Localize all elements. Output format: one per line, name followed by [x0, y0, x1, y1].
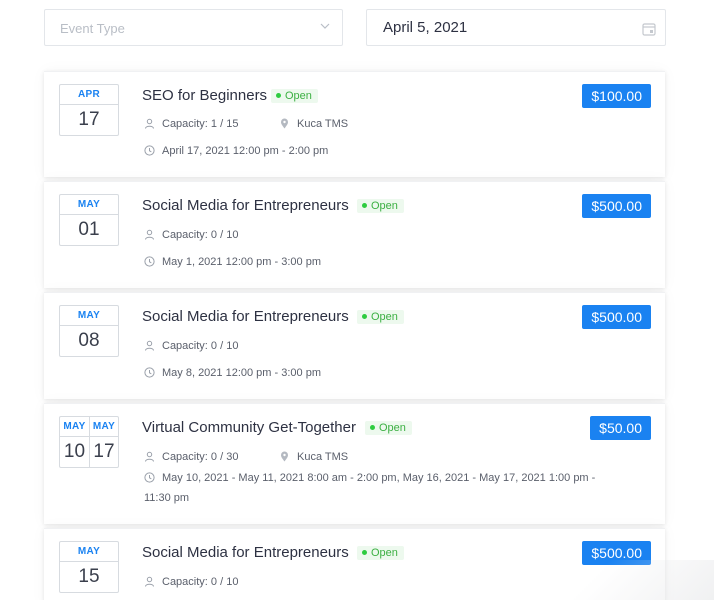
- date-picker[interactable]: April 5, 2021: [366, 9, 666, 46]
- event-month: MAY: [60, 306, 118, 326]
- price-button[interactable]: $500.00: [582, 541, 651, 565]
- event-capacity: Capacity: 0 / 10: [144, 576, 238, 588]
- user-icon: [145, 451, 154, 462]
- status-dot-icon: [362, 550, 367, 555]
- filter-bar: Event Type April 5, 2021: [44, 9, 666, 46]
- event-card[interactable]: MAY 01 Social Media for Entrepreneurs Op…: [44, 181, 665, 288]
- price-button[interactable]: $50.00: [590, 416, 651, 440]
- event-date-box: APR 17: [59, 84, 119, 136]
- event-day: 01: [78, 219, 100, 240]
- event-location: Kuca TMS: [279, 118, 348, 130]
- status-badge: Open: [357, 310, 404, 324]
- event-day: 10: [63, 441, 86, 462]
- event-card[interactable]: MAY 08 Social Media for Entrepreneurs Op…: [44, 292, 665, 399]
- chevron-down-icon: [320, 23, 330, 29]
- user-icon: [145, 118, 154, 129]
- clock-icon: [144, 472, 155, 483]
- event-date-box: MAY 01: [59, 194, 119, 246]
- event-title[interactable]: Social Media for Entrepreneurs: [142, 544, 349, 561]
- event-datetime: May 10, 2021 - May 11, 2021 8:00 am - 2:…: [144, 472, 596, 504]
- status-dot-icon: [276, 93, 281, 98]
- event-start-date: MAY 10: [60, 417, 89, 467]
- event-card[interactable]: MAY 10 MAY 17 Virtual Community Get-Toge…: [44, 403, 665, 524]
- event-month: MAY: [60, 417, 89, 437]
- event-capacity: Capacity: 0 / 30: [144, 451, 238, 463]
- event-month: MAY: [60, 542, 118, 562]
- event-title[interactable]: Virtual Community Get-Together: [142, 419, 356, 436]
- clock-icon: [144, 145, 155, 156]
- event-end-date: MAY 17: [89, 417, 118, 467]
- status-badge: Open: [365, 421, 412, 435]
- event-type-placeholder: Event Type: [60, 21, 125, 36]
- event-datetime: May 8, 2021 12:00 pm - 3:00 pm: [144, 367, 321, 379]
- user-icon: [145, 576, 154, 587]
- event-date-box: MAY 15: [59, 541, 119, 593]
- price-button[interactable]: $100.00: [582, 84, 651, 108]
- map-pin-icon: [281, 451, 288, 462]
- status-badge: Open: [271, 89, 318, 103]
- event-location: Kuca TMS: [279, 451, 348, 463]
- event-month: MAY: [90, 417, 118, 437]
- event-capacity: Capacity: 1 / 15: [144, 118, 238, 130]
- user-icon: [145, 229, 154, 240]
- calendar-icon: [642, 23, 656, 36]
- event-title[interactable]: SEO for Beginners: [142, 87, 267, 104]
- user-icon: [145, 340, 154, 351]
- event-card[interactable]: MAY 15 Social Media for Entrepreneurs Op…: [44, 528, 665, 600]
- price-button[interactable]: $500.00: [582, 305, 651, 329]
- event-date-range-box: MAY 10 MAY 17: [59, 416, 119, 468]
- date-value: April 5, 2021: [383, 19, 468, 36]
- clock-icon: [144, 256, 155, 267]
- event-month: MAY: [60, 195, 118, 215]
- event-month: APR: [60, 85, 118, 105]
- status-dot-icon: [362, 203, 367, 208]
- status-badge: Open: [357, 199, 404, 213]
- event-capacity: Capacity: 0 / 10: [144, 229, 238, 241]
- map-pin-icon: [281, 118, 288, 129]
- event-type-select[interactable]: Event Type: [44, 9, 343, 46]
- event-day: 17: [78, 109, 100, 130]
- status-badge: Open: [357, 546, 404, 560]
- event-day: 17: [93, 441, 115, 462]
- event-title[interactable]: Social Media for Entrepreneurs: [142, 308, 349, 325]
- event-title[interactable]: Social Media for Entrepreneurs: [142, 197, 349, 214]
- status-dot-icon: [370, 425, 375, 430]
- event-date-box: MAY 08: [59, 305, 119, 357]
- status-dot-icon: [362, 314, 367, 319]
- event-card[interactable]: APR 17 SEO for Beginners Open $100.00 Ca…: [44, 71, 665, 177]
- event-datetime: April 17, 2021 12:00 pm - 2:00 pm: [144, 145, 328, 157]
- event-datetime: May 1, 2021 12:00 pm - 3:00 pm: [144, 256, 321, 268]
- clock-icon: [144, 367, 155, 378]
- price-button[interactable]: $500.00: [582, 194, 651, 218]
- event-day: 15: [78, 566, 100, 587]
- event-capacity: Capacity: 0 / 10: [144, 340, 238, 352]
- event-day: 08: [78, 330, 100, 351]
